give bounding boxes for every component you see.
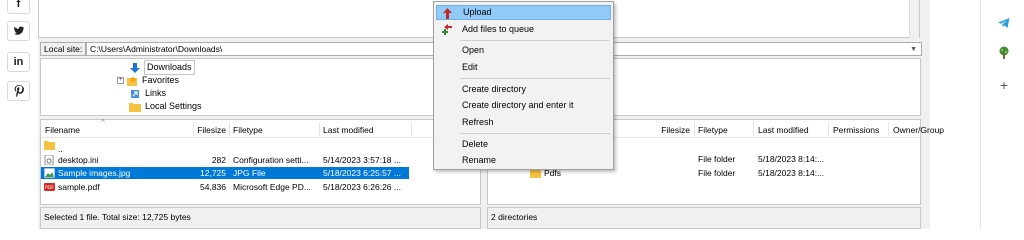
table-row[interactable]: PDF sample.pdf 54,836 Microsoft Edge PD.… bbox=[41, 181, 480, 193]
tree-item-label: Downloads bbox=[144, 60, 195, 75]
local-status-bar: Selected 1 file. Total size: 12,725 byte… bbox=[40, 207, 481, 229]
menu-item-label: Delete bbox=[462, 139, 489, 149]
menu-item-rename[interactable]: Rename bbox=[436, 153, 611, 168]
file-type: JPG File bbox=[233, 168, 266, 178]
remote-status-bar: 2 directories bbox=[487, 207, 921, 229]
local-site-path: C:\Users\Administrator\Downloads\ bbox=[90, 44, 223, 54]
pinterest-icon[interactable] bbox=[7, 81, 30, 101]
column-filetype[interactable]: Filetype bbox=[233, 124, 263, 136]
folder-icon bbox=[129, 102, 141, 112]
table-row-selected[interactable]: Sample images.jpg 12,725 JPG File 5/18/2… bbox=[41, 167, 409, 179]
tree-item-label: Favorites bbox=[142, 75, 180, 85]
local-site-bar: Local site: bbox=[40, 42, 87, 56]
file-type: File folder bbox=[698, 168, 736, 178]
menu-item-open[interactable]: Open bbox=[436, 43, 611, 58]
tree-item-favorites[interactable]: + Favorites bbox=[117, 74, 179, 87]
menu-item-label: Create directory and enter it bbox=[462, 100, 574, 110]
table-row[interactable]: .. bbox=[41, 139, 480, 154]
menu-item-label: Rename bbox=[462, 155, 497, 165]
facebook-icon[interactable]: f bbox=[7, 0, 30, 14]
menu-item-label: Edit bbox=[462, 62, 478, 72]
file-type: Microsoft Edge PD... bbox=[233, 182, 311, 192]
menu-item-label: Upload bbox=[463, 7, 492, 17]
plus-icon[interactable]: + bbox=[997, 77, 1011, 93]
local-status-text: Selected 1 file. Total size: 12,725 byte… bbox=[44, 212, 191, 222]
social-share-bar: f in bbox=[0, 0, 38, 229]
file-modified: 5/14/2023 3:57:18 ... bbox=[323, 155, 401, 165]
column-owner-group[interactable]: Owner/Group bbox=[893, 124, 944, 136]
menu-item-refresh[interactable]: Refresh bbox=[436, 115, 611, 130]
add-queue-icon bbox=[442, 24, 452, 35]
menu-item-upload[interactable]: Upload bbox=[436, 5, 611, 20]
browser-extension-sidebar: + bbox=[980, 0, 1024, 229]
column-filesize[interactable]: Filesize bbox=[195, 124, 226, 136]
svg-text:PDF: PDF bbox=[45, 185, 54, 191]
context-menu: Upload Add files to queue Open Edit Crea… bbox=[433, 1, 614, 170]
tree-icon[interactable] bbox=[997, 45, 1011, 59]
menu-item-label: Open bbox=[462, 45, 485, 55]
file-name: Sample images.jpg bbox=[58, 168, 131, 178]
log-scrollbar[interactable] bbox=[909, 0, 919, 38]
column-permissions[interactable]: Permissions bbox=[833, 124, 879, 136]
menu-item-label: Add files to queue bbox=[462, 24, 535, 34]
local-file-list: ^ Filename Filesize Filetype Last modifi… bbox=[40, 118, 481, 205]
file-size: 54,836 bbox=[200, 182, 226, 192]
file-name: sample.pdf bbox=[58, 182, 100, 192]
chevron-down-icon[interactable]: ▼ bbox=[910, 44, 917, 56]
column-filetype[interactable]: Filetype bbox=[698, 124, 728, 136]
tree-item-links[interactable]: Links bbox=[129, 87, 166, 100]
expand-icon[interactable]: + bbox=[117, 77, 124, 84]
sort-up-icon: ^ bbox=[101, 118, 105, 127]
file-modified: 5/18/2023 6:25:57 ... bbox=[323, 168, 401, 178]
column-last-modified[interactable]: Last modified bbox=[758, 124, 809, 136]
file-type: Configuration setti... bbox=[233, 155, 309, 165]
settings-file-icon bbox=[44, 155, 54, 165]
tree-item-label: Local Settings bbox=[145, 101, 202, 111]
file-size: 282 bbox=[211, 155, 226, 165]
upload-arrow-icon bbox=[443, 8, 452, 19]
star-folder-icon bbox=[127, 75, 137, 86]
local-list-header: ^ Filename Filesize Filetype Last modifi… bbox=[41, 118, 480, 138]
link-arrow-icon bbox=[131, 89, 139, 98]
table-row[interactable]: desktop.ini 282 Configuration setti... 5… bbox=[41, 154, 480, 166]
pdf-file-icon: PDF bbox=[44, 183, 55, 191]
menu-item-add-to-queue[interactable]: Add files to queue bbox=[436, 22, 611, 37]
file-modified: 5/18/2023 6:26:26 ... bbox=[323, 182, 401, 192]
tree-item-downloads[interactable]: Downloads bbox=[129, 60, 195, 75]
twitter-icon[interactable] bbox=[7, 21, 30, 41]
local-site-label: Local site: bbox=[40, 42, 87, 56]
menu-item-label: Create directory bbox=[462, 84, 527, 94]
tree-item-label: Links bbox=[145, 88, 167, 98]
menu-item-create-directory[interactable]: Create directory bbox=[436, 82, 611, 97]
local-directory-tree: Downloads + Favorites Links Local Settin… bbox=[40, 58, 483, 116]
remote-status-text: 2 directories bbox=[491, 212, 538, 222]
linkedin-icon[interactable]: in bbox=[7, 52, 30, 72]
menu-item-label: Refresh bbox=[462, 117, 494, 127]
filezilla-window: Local site: C:\Users\Administrator\Downl… bbox=[38, 0, 944, 229]
folder-icon bbox=[44, 141, 55, 150]
tree-item-local-settings[interactable]: Local Settings bbox=[129, 100, 202, 113]
menu-item-delete[interactable]: Delete bbox=[436, 137, 611, 152]
file-type: File folder bbox=[698, 154, 736, 164]
file-modified: 5/18/2023 8:14:... bbox=[758, 154, 825, 164]
download-arrow-icon bbox=[130, 62, 140, 73]
file-name: desktop.ini bbox=[58, 155, 99, 165]
file-modified: 5/18/2023 8:14:... bbox=[758, 168, 825, 178]
file-size: 12,725 bbox=[200, 168, 226, 178]
column-last-modified[interactable]: Last modified bbox=[323, 124, 374, 136]
telegram-icon[interactable] bbox=[997, 16, 1011, 30]
column-filename[interactable]: Filename bbox=[45, 124, 80, 136]
menu-item-create-directory-enter[interactable]: Create directory and enter it bbox=[436, 98, 611, 113]
column-filesize[interactable]: Filesize bbox=[660, 124, 690, 136]
menu-item-edit[interactable]: Edit bbox=[436, 60, 611, 75]
image-file-icon bbox=[44, 168, 55, 178]
